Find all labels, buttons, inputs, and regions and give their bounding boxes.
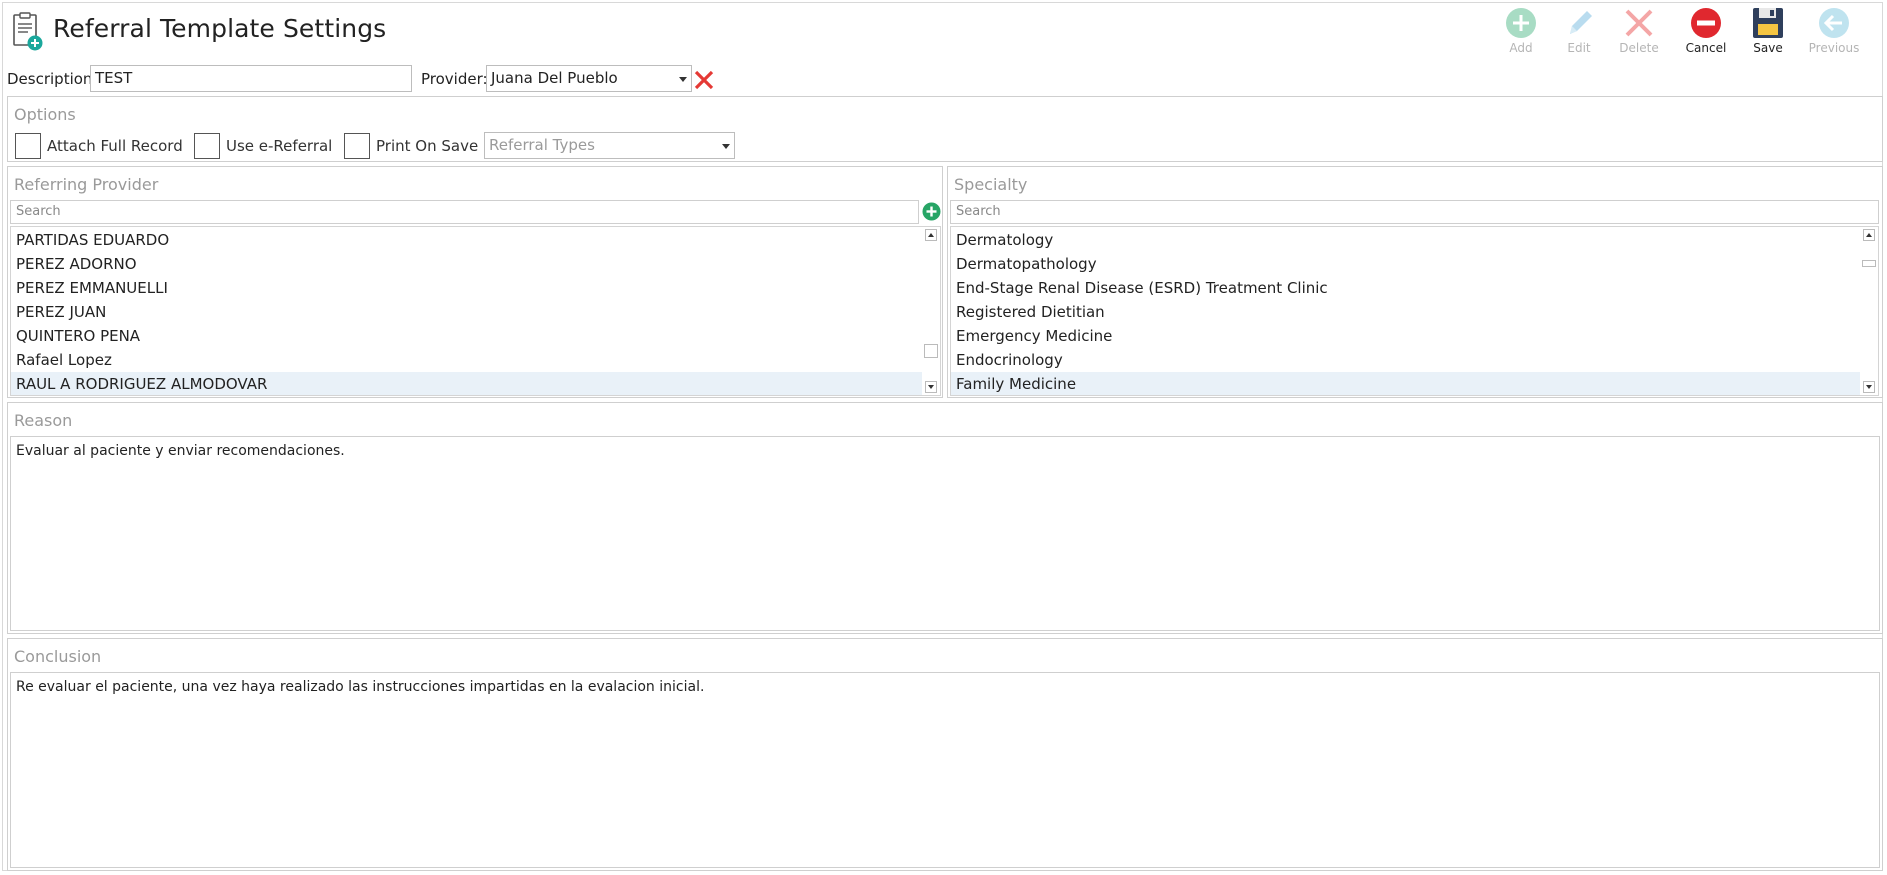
list-item[interactable]: End-Stage Renal Disease (ESRD) Treatment…	[951, 276, 1860, 300]
use-e-referral-label: Use e-Referral	[226, 137, 333, 155]
attach-full-record-label: Attach Full Record	[47, 137, 183, 155]
list-item[interactable]: Family Medicine	[951, 372, 1860, 395]
scroll-down-icon[interactable]	[925, 381, 937, 393]
list-item[interactable]: PEREZ ADORNO	[11, 252, 922, 276]
list-item[interactable]: PEREZ EMMANUELLI	[11, 276, 922, 300]
chevron-down-icon[interactable]	[722, 144, 730, 149]
page-title: Referral Template Settings	[53, 14, 387, 43]
description-label: Description:	[7, 70, 98, 88]
referring-provider-search-input[interactable]: Search	[10, 200, 919, 224]
description-field[interactable]: TEST	[90, 65, 412, 92]
reason-textarea[interactable]: Evaluar al paciente y enviar recomendaci…	[10, 436, 1880, 631]
provider-label: Provider:	[421, 70, 488, 88]
x-icon	[1625, 9, 1653, 37]
specialty-search-input[interactable]: Search	[950, 200, 1879, 224]
previous-button-label: Previous	[1808, 41, 1860, 55]
previous-button[interactable]: Previous	[1803, 5, 1865, 61]
list-item[interactable]: PARTIDAS EDUARDO	[11, 228, 922, 252]
list-item[interactable]: Endocrinology	[951, 348, 1860, 372]
scrollbar-thumb[interactable]	[1862, 260, 1876, 267]
reason-group: Reason Evaluar al paciente y enviar reco…	[7, 402, 1883, 634]
options-group: Options Attach Full Record Use e-Referra…	[7, 96, 1883, 162]
clipboard-add-icon	[13, 12, 43, 51]
checkbox-box[interactable]	[344, 133, 370, 159]
delete-button[interactable]: Delete	[1608, 5, 1670, 61]
cancel-button[interactable]: Cancel	[1675, 5, 1737, 61]
minus-circle-icon	[1691, 8, 1721, 38]
delete-button-label: Delete	[1619, 41, 1659, 55]
pencil-icon	[1570, 11, 1592, 34]
list-item[interactable]: Emergency Medicine	[951, 324, 1860, 348]
list-item[interactable]: PEREZ JUAN	[11, 300, 922, 324]
edit-button[interactable]: Edit	[1548, 5, 1610, 61]
list-item[interactable]: Dermatopathology	[951, 252, 1860, 276]
referring-provider-group: Referring Provider Search PARTIDAS EDUAR…	[7, 166, 943, 398]
cancel-button-label: Cancel	[1685, 41, 1727, 55]
chevron-down-icon[interactable]	[679, 77, 687, 82]
list-item[interactable]: Dermatology	[951, 228, 1860, 252]
referral-types-placeholder: Referral Types	[489, 136, 595, 154]
scroll-up-icon[interactable]	[925, 229, 937, 241]
specialty-scrollbar[interactable]	[1860, 227, 1878, 395]
conclusion-textarea[interactable]: Re evaluar el paciente, una vez haya rea…	[10, 672, 1880, 868]
floppy-disk-icon	[1753, 8, 1783, 38]
save-button-label: Save	[1753, 41, 1783, 55]
list-item[interactable]: Registered Dietitian	[951, 300, 1860, 324]
print-on-save-label: Print On Save	[376, 137, 479, 155]
edit-button-label: Edit	[1567, 41, 1591, 55]
referring-provider-scrollbar[interactable]	[922, 227, 940, 395]
referral-template-settings-window: Referral Template Settings Add Edit Dele…	[0, 0, 1887, 875]
conclusion-title: Conclusion	[14, 647, 102, 666]
specialty-title: Specialty	[954, 175, 1028, 194]
toolbar: Add Edit Delete Cancel Save Previous	[1490, 5, 1880, 61]
scrollbar-thumb[interactable]	[924, 344, 938, 358]
referral-types-dropdown[interactable]: Referral Types	[484, 132, 735, 159]
referring-provider-list: PARTIDAS EDUARDO PEREZ ADORNO PEREZ EMMANU…	[10, 226, 941, 396]
add-button[interactable]: Add	[1490, 5, 1552, 61]
plus-circle-icon	[1506, 8, 1536, 38]
conclusion-group: Conclusion Re evaluar el paciente, una v…	[7, 638, 1883, 871]
checkbox-box[interactable]	[194, 133, 220, 159]
arrow-left-circle-icon	[1819, 8, 1849, 38]
options-title: Options	[14, 105, 76, 124]
provider-combobox[interactable]: Juana Del Pueblo	[486, 65, 692, 92]
provider-value: Juana Del Pueblo	[491, 69, 618, 87]
reason-title: Reason	[14, 411, 73, 430]
scroll-down-icon[interactable]	[1863, 381, 1875, 393]
provider-clear-x-icon[interactable]	[692, 68, 716, 92]
list-item[interactable]: QUINTERO PENA	[11, 324, 922, 348]
specialty-list: Dermatology Dermatopathology End-Stage Ren…	[950, 226, 1879, 396]
checkbox-box[interactable]	[15, 133, 41, 159]
list-item[interactable]: RAUL A RODRIGUEZ ALMODOVAR	[11, 372, 922, 395]
specialty-group: Specialty Search Dermatology Dermatopatho…	[947, 166, 1883, 398]
scroll-up-icon[interactable]	[1863, 229, 1875, 241]
referring-provider-title: Referring Provider	[14, 175, 159, 194]
list-item[interactable]: Rafael Lopez	[11, 348, 922, 372]
add-button-label: Add	[1509, 41, 1533, 55]
add-provider-plus-circle-icon[interactable]	[922, 202, 941, 221]
save-button[interactable]: Save	[1737, 5, 1799, 61]
